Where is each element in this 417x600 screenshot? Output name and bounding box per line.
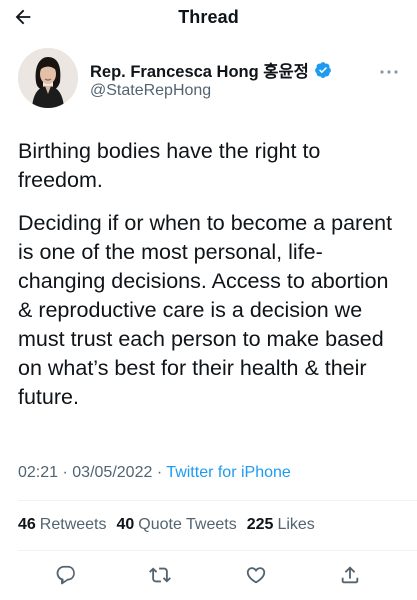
quote-tweets-stat[interactable]: 40 Quote Tweets	[117, 516, 237, 534]
tweet-body: Birthing bodies have the right to freedo…	[18, 137, 403, 412]
like-button[interactable]	[243, 562, 269, 588]
avatar-portrait	[18, 48, 78, 108]
quote-tweets-label: Quote Tweets	[138, 516, 237, 533]
author-name-row[interactable]: Rep. Francesca Hong 홍윤정	[90, 58, 332, 82]
page-title: Thread	[178, 7, 239, 27]
top-bar: Thread	[0, 0, 417, 34]
retweets-stat[interactable]: 46 Retweets	[18, 516, 107, 534]
tweet-paragraph: Birthing bodies have the right to freedo…	[18, 139, 321, 192]
author-handle[interactable]: @StateRepHong	[90, 82, 211, 100]
author-display-name: Rep. Francesca Hong 홍윤정	[90, 63, 309, 81]
like-icon	[246, 567, 266, 584]
reply-button[interactable]	[53, 562, 79, 588]
likes-label: Likes	[277, 516, 315, 533]
divider	[18, 500, 417, 501]
tweet-date[interactable]: 03/05/2022	[72, 464, 152, 481]
retweets-label: Retweets	[39, 516, 107, 533]
tweet-source-link[interactable]: Twitter for iPhone	[166, 464, 291, 481]
retweet-icon	[149, 567, 171, 583]
likes-stat[interactable]: 225 Likes	[247, 516, 315, 534]
tweet-paragraph: Deciding if or when to become a parent i…	[18, 211, 393, 409]
tweet-stats: 46 Retweets 40 Quote Tweets 225 Likes	[18, 516, 325, 534]
tweet-time[interactable]: 02:21	[18, 464, 58, 481]
more-options-button[interactable]	[375, 62, 403, 82]
tweet-actions	[0, 559, 417, 591]
more-dots-icon	[380, 70, 398, 74]
meta-separator: ·	[156, 464, 163, 481]
quote-tweets-count: 40	[116, 516, 135, 533]
meta-separator: ·	[62, 464, 68, 481]
likes-count: 225	[246, 516, 274, 533]
divider	[18, 550, 417, 551]
reply-icon	[56, 565, 75, 585]
avatar[interactable]	[18, 48, 78, 108]
retweet-button[interactable]	[147, 562, 173, 588]
tweet-meta: 02:21 · 03/05/2022 · Twitter for iPhone	[18, 464, 291, 482]
share-icon	[341, 566, 359, 584]
tweet-author: Rep. Francesca Hong 홍윤정 @StateRepHong	[18, 48, 403, 112]
verified-badge-icon	[314, 62, 331, 78]
retweets-count: 46	[18, 516, 36, 533]
share-button[interactable]	[337, 562, 363, 588]
